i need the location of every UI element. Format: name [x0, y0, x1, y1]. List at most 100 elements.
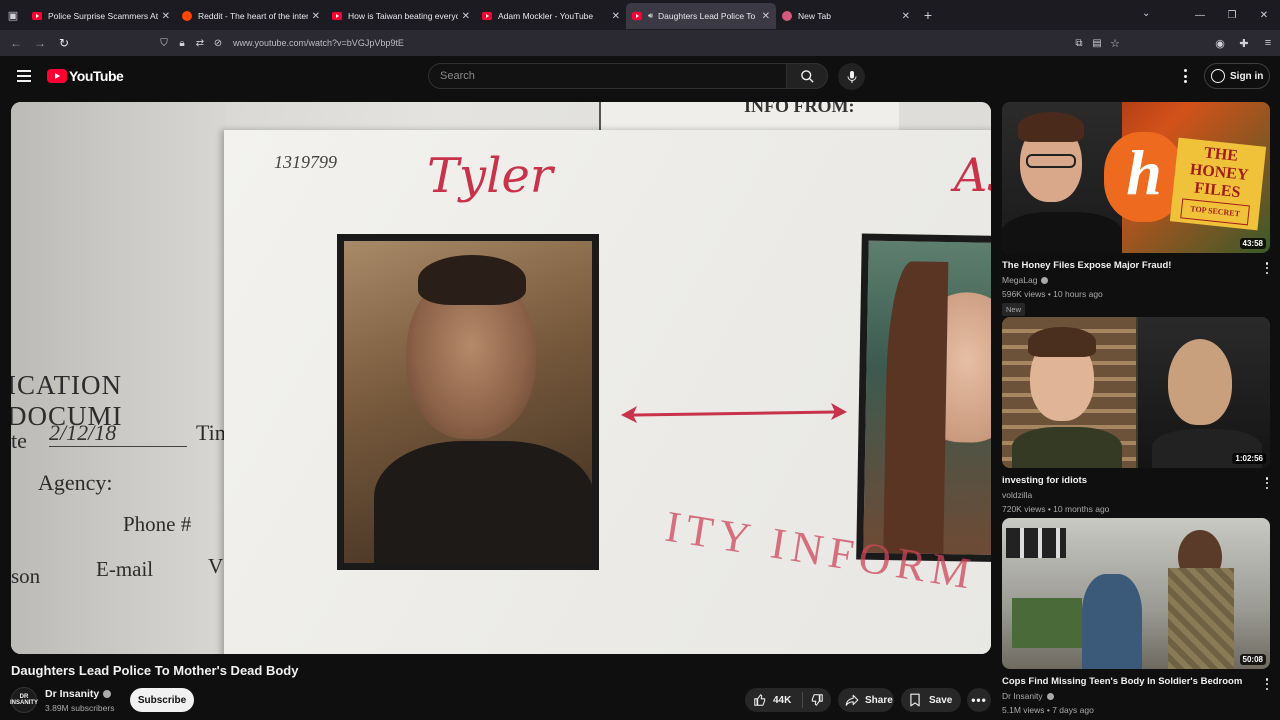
channel-avatar[interactable]: DR INSANITY [10, 687, 38, 713]
recommendation-title[interactable]: Cops Find Missing Teen's Body In Soldier… [1002, 676, 1257, 687]
maximize-icon[interactable]: ❐ [1216, 10, 1248, 21]
recommendation-channel[interactable]: MegaLag [1002, 275, 1272, 285]
recommendation-channel[interactable]: Dr Insanity [1002, 691, 1272, 701]
sign-in-label: Sign in [1230, 70, 1264, 82]
toolbar-right: ◉ ✚ ≡ [1208, 30, 1280, 56]
close-window-icon[interactable]: ✕ [1248, 10, 1280, 21]
recommendation-menu-icon[interactable] [1264, 477, 1270, 489]
recommendation-meta: 5.1M views • 7 days ago [1002, 705, 1094, 715]
like-dislike-group: 44K [745, 688, 831, 712]
soldier-figure [1168, 568, 1234, 669]
share-label: Share [865, 694, 893, 706]
close-tab-icon[interactable]: ✕ [902, 11, 910, 22]
voice-search-button[interactable] [838, 63, 865, 90]
browser-tab[interactable]: Police Surprise Scammers At Th ✕ [26, 3, 176, 29]
shirt-shape [1002, 212, 1122, 253]
video-player[interactable]: INFO FROM: ICATION DOCUMI te 2/12/18 Tin… [11, 102, 991, 654]
browser-tab[interactable]: New Tab ✕ [776, 3, 916, 29]
tracking-icon[interactable]: ⊘ [209, 38, 227, 49]
recommendation-menu-icon[interactable] [1264, 262, 1270, 274]
recommendation-title[interactable]: investing for idiots [1002, 475, 1257, 486]
lock-icon[interactable]: 🔒︎ [173, 38, 191, 49]
form-label: Agency: [38, 470, 113, 495]
more-actions-button[interactable]: ••• [967, 688, 991, 712]
recommendation-title[interactable]: The Honey Files Expose Major Fraud! [1002, 260, 1257, 271]
channel-name[interactable]: Dr Insanity [45, 688, 112, 700]
bookmark-star-icon[interactable]: ☆ [1106, 37, 1124, 50]
recommendation-meta: 720K views • 10 months ago [1002, 504, 1110, 514]
reload-icon[interactable]: ↻ [52, 36, 76, 50]
video-duration: 1:02:56 [1232, 453, 1266, 464]
tab-strip: Police Surprise Scammers At Th ✕ Reddit -… [26, 1, 916, 29]
back-icon[interactable]: ← [4, 36, 28, 50]
menu-icon[interactable]: ≡ [1256, 37, 1280, 49]
minimize-icon[interactable]: — [1184, 10, 1216, 21]
channel-text: Dr Insanity [1002, 691, 1043, 701]
handwritten-name-right: As [954, 148, 991, 202]
share-button[interactable]: Share [838, 688, 894, 712]
chevron-down-icon[interactable]: ⌄ [1142, 8, 1150, 19]
share-arrow-icon [845, 694, 859, 706]
close-tab-icon[interactable]: ✕ [162, 11, 170, 22]
search-input[interactable] [440, 70, 786, 82]
tab-list-icon[interactable]: ▣ [0, 0, 26, 30]
permissions-icon[interactable]: ⇄ [191, 38, 209, 49]
form-label: te [11, 428, 27, 453]
recommendation-item[interactable]: 50:08 Cops Find Missing Teen's Body In S… [1002, 518, 1272, 715]
url-text[interactable]: www.youtube.com/watch?v=bVGJpVbp9tE [233, 38, 404, 48]
form-label: V [208, 554, 224, 578]
wall-frames [1006, 528, 1066, 558]
info-document: INFO FROM: [599, 102, 899, 132]
settings-kebab-icon[interactable] [1180, 68, 1190, 84]
subscribe-button[interactable]: Subscribe [130, 688, 194, 712]
logo-text: YouTube [69, 68, 124, 84]
search-button[interactable] [786, 63, 828, 89]
save-button[interactable]: Save [901, 688, 961, 712]
form-label: son [11, 564, 41, 588]
recommendation-menu-icon[interactable] [1264, 678, 1270, 690]
recommendation-item[interactable]: h THE HONEY FILES TOP SECRET 43:58 The H… [1002, 102, 1272, 317]
account-icon[interactable]: ◉ [1208, 37, 1232, 50]
youtube-logo[interactable]: YouTube [47, 68, 124, 84]
hair-shape [883, 261, 949, 563]
like-button[interactable]: 44K [745, 692, 803, 708]
browser-tab[interactable]: Reddit - The heart of the intern ✕ [176, 3, 326, 29]
shirt-shape [1012, 427, 1122, 468]
browser-tab[interactable]: How is Taiwan beating everyone ✕ [326, 3, 476, 29]
video-title: Daughters Lead Police To Mother's Dead B… [11, 663, 299, 678]
reader-view-icon[interactable]: ▤ [1088, 38, 1106, 49]
bed-shape [1012, 598, 1082, 648]
profile-document: 1319799 Tyler As ITY INFORM [224, 130, 991, 654]
face-shape [1168, 339, 1232, 425]
verified-badge-icon [1041, 276, 1049, 284]
recommendation-item[interactable]: 1:02:56 investing for idiots voldzilla 7… [1002, 317, 1272, 514]
browser-tab-active[interactable]: 🔊︎ Daughters Lead Police To M ✕ [626, 3, 776, 29]
video-thumbnail[interactable]: 1:02:56 [1002, 317, 1270, 468]
close-tab-icon[interactable]: ✕ [462, 11, 470, 22]
save-label: Save [929, 694, 953, 706]
double-arrow-icon [621, 403, 847, 423]
dislike-button[interactable] [803, 693, 831, 707]
form-label: Phone # [123, 512, 192, 536]
new-tab-button[interactable]: + [916, 7, 940, 23]
shield-icon[interactable]: ⛉ [155, 38, 173, 49]
close-tab-icon[interactable]: ✕ [762, 11, 770, 22]
search-box[interactable] [428, 63, 787, 89]
speaker-icon[interactable]: 🔊︎ [648, 11, 653, 21]
new-badge: New [1002, 303, 1026, 316]
close-tab-icon[interactable]: ✕ [312, 11, 320, 22]
recommendation-channel[interactable]: voldzilla [1002, 490, 1272, 500]
sign-in-button[interactable]: Sign in [1204, 63, 1270, 89]
forward-icon[interactable]: → [28, 36, 52, 50]
picture-in-picture-icon[interactable]: ⧉ [1070, 38, 1088, 49]
user-avatar-icon [1211, 69, 1225, 83]
close-tab-icon[interactable]: ✕ [612, 11, 620, 22]
thumbs-up-icon [754, 694, 766, 706]
extensions-icon[interactable]: ✚ [1232, 37, 1256, 50]
url-actions: ⧉ ▤ ☆ [1070, 30, 1124, 56]
video-thumbnail[interactable]: h THE HONEY FILES TOP SECRET 43:58 [1002, 102, 1270, 253]
video-thumbnail[interactable]: 50:08 [1002, 518, 1270, 669]
browser-tab[interactable]: Adam Mockler - YouTube ✕ [476, 3, 626, 29]
url-bar[interactable]: ⛉ 🔒︎ ⇄ ⊘ www.youtube.com/watch?v=bVGJpVb… [155, 32, 1135, 54]
guide-menu-icon[interactable] [17, 70, 31, 82]
